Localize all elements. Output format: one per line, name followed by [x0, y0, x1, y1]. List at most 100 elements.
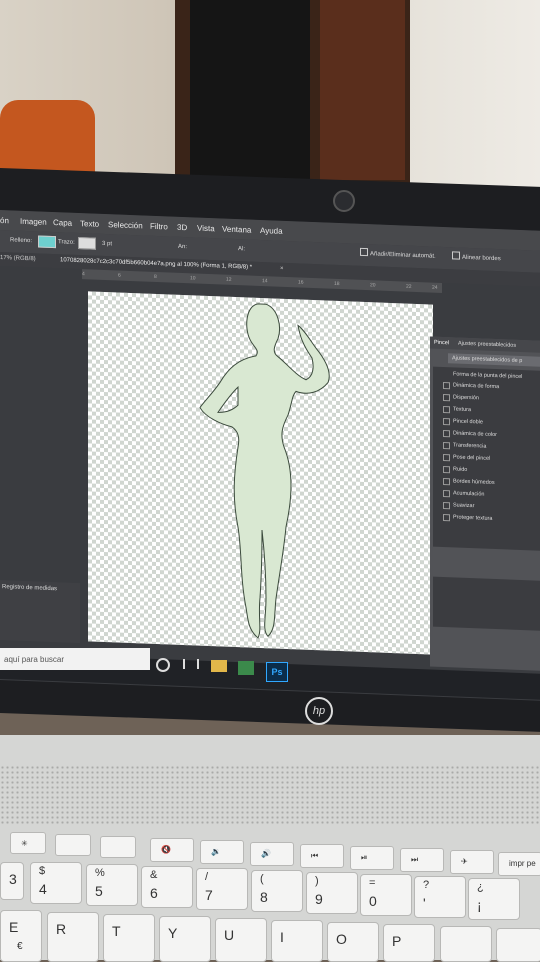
key-label: R [56, 921, 67, 937]
taskbar-search-placeholder: aquí para buscar [4, 655, 65, 664]
fkey-f2[interactable]: ✳ [10, 832, 46, 854]
key-inverted-exclamation[interactable]: ¿ ¡ [468, 878, 520, 920]
tab-pincel[interactable]: Pincel [434, 340, 449, 347]
ruler-tick: 4 [82, 271, 85, 278]
fkey-next[interactable]: ⏭ [400, 848, 444, 872]
menu-item-capa[interactable]: Capa [53, 218, 72, 228]
key-7[interactable]: /7 [196, 868, 248, 910]
auto-add-checkbox[interactable] [360, 247, 368, 257]
key-y[interactable]: Y [159, 916, 211, 962]
key-4[interactable]: $4 [30, 862, 82, 904]
key-o[interactable]: O [327, 922, 379, 962]
fkey-prev[interactable]: ⏮ [300, 844, 344, 868]
ruler-tick: 14 [262, 278, 268, 285]
fkey-vol-up[interactable]: 🔊 [250, 842, 294, 866]
key-3[interactable]: 3 [0, 862, 24, 900]
checkbox[interactable] [443, 478, 450, 486]
ruler-tick: 20 [370, 282, 376, 289]
preset-button[interactable]: Ajustes preestablecidos de p [448, 353, 540, 367]
key-top-label: $ [39, 865, 46, 877]
key-apostrophe[interactable]: ? ' [414, 876, 466, 918]
ruler-tick: 10 [190, 275, 196, 282]
align-edges-checkbox[interactable] [452, 251, 460, 260]
tab-ajustes[interactable]: Ajustes preestablecidos [458, 341, 516, 349]
menu-item-ayuda[interactable]: Ayuda [260, 226, 283, 236]
checkbox[interactable] [443, 514, 450, 522]
key-i[interactable]: I [271, 920, 323, 962]
key-label: T [112, 923, 121, 939]
checkbox[interactable] [443, 502, 450, 510]
checkbox[interactable] [443, 406, 450, 414]
key-impr-pant[interactable]: impr pe [498, 852, 540, 876]
list-item[interactable]: Suavizar [453, 502, 474, 509]
key-5[interactable]: % 5 [86, 864, 138, 906]
brush-panel: Pincel Ajustes preestablecidos Ajustes p… [430, 336, 540, 671]
key-8[interactable]: (8 [251, 870, 303, 912]
list-item[interactable]: Pose del pincel [453, 454, 490, 461]
ruler-tick: 6 [118, 272, 121, 279]
checkbox[interactable] [443, 454, 450, 462]
photoshop-taskbar-icon[interactable]: Ps [266, 662, 288, 682]
list-item[interactable]: Transferencia [453, 442, 486, 449]
key-r[interactable]: R [47, 912, 99, 962]
stroke-label: Trazo: [58, 239, 75, 246]
list-item[interactable]: Proteger textura [453, 514, 492, 522]
fkey-mute[interactable]: 🔇 [150, 838, 194, 862]
close-tab-icon[interactable]: × [280, 266, 284, 272]
list-item[interactable]: Textura [453, 406, 471, 413]
menu-item-seleccion[interactable]: Selección [108, 220, 143, 230]
list-item[interactable]: Pincel doble [453, 418, 483, 425]
store-icon[interactable] [238, 661, 254, 675]
key-grave[interactable] [440, 926, 492, 962]
key-top-label: ( [260, 873, 264, 885]
key-9[interactable]: ) 9 [306, 872, 358, 914]
checkbox[interactable] [443, 430, 450, 438]
key-e[interactable]: E € [0, 910, 42, 962]
list-item[interactable]: Bordes húmedos [453, 478, 495, 486]
brush-panel-tabs: Pincel Ajustes preestablecidos [430, 336, 540, 353]
checkbox[interactable] [443, 466, 450, 474]
fkey-airplane[interactable]: ✈ [450, 850, 494, 874]
menu-item-ventana[interactable]: Ventana [222, 225, 251, 235]
menu-item-texto[interactable]: Texto [80, 219, 99, 229]
list-item[interactable]: Forma de la punta del pincel [453, 371, 522, 380]
width-label: An: [178, 243, 188, 251]
cortana-icon[interactable] [156, 658, 170, 672]
fkey-f4[interactable] [100, 836, 136, 858]
menu-item-edicion[interactable]: ón [0, 216, 9, 225]
list-item[interactable]: Acumulación [453, 490, 485, 497]
taskbar-search-box[interactable]: aquí para buscar [0, 648, 150, 670]
list-item[interactable]: Dispersión [453, 394, 479, 401]
fkey-play[interactable]: ⏯ [350, 846, 394, 870]
key-t[interactable]: T [103, 914, 155, 962]
checkbox[interactable] [443, 442, 450, 450]
key-plus[interactable] [496, 928, 540, 962]
key-0[interactable]: = 0 [360, 874, 412, 916]
key-label: U [224, 927, 235, 943]
menu-item-3d[interactable]: 3D [177, 223, 187, 232]
key-euro-label: € [17, 941, 23, 952]
key-label: I [280, 929, 284, 945]
key-6[interactable]: & 6 [141, 866, 193, 908]
stroke-size[interactable]: 3 pt [102, 241, 112, 247]
task-view-icon[interactable] [183, 659, 199, 669]
fill-swatch[interactable] [38, 235, 56, 249]
stroke-swatch[interactable] [78, 236, 96, 250]
file-explorer-icon[interactable] [211, 660, 227, 672]
list-item[interactable]: Ruido [453, 466, 467, 473]
menu-item-vista[interactable]: Vista [197, 224, 215, 234]
fkey-f3[interactable] [55, 834, 91, 856]
checkbox[interactable] [443, 418, 450, 426]
list-item[interactable]: Dinámica de color [453, 430, 497, 438]
menu-item-imagen[interactable]: Imagen [20, 217, 47, 227]
menu-item-filtro[interactable]: Filtro [150, 222, 168, 232]
fkey-vol-down[interactable]: 🔉 [200, 840, 244, 864]
checkbox[interactable] [443, 394, 450, 402]
list-item[interactable]: Dinámica de forma [453, 382, 499, 390]
key-u[interactable]: U [215, 918, 267, 962]
checkbox[interactable] [443, 490, 450, 498]
checkbox[interactable] [443, 382, 450, 390]
key-p[interactable]: P [383, 924, 435, 962]
brush-options-list: Forma de la punta del pincel Dinámica de… [433, 366, 540, 551]
document-canvas[interactable] [88, 291, 433, 655]
